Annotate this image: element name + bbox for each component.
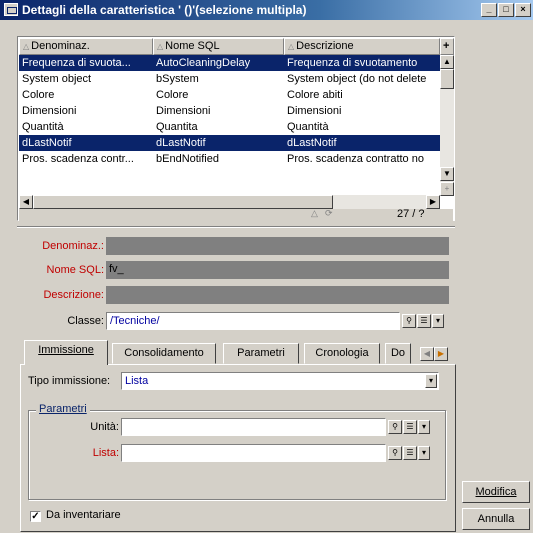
table-cell: System object	[22, 73, 92, 85]
table-cell: Quantita	[156, 121, 198, 133]
descrizione-label: Descrizione:	[43, 289, 104, 301]
table-row[interactable]: System object bSystem System object (do no…	[19, 71, 440, 87]
window-icon[interactable]	[4, 3, 18, 16]
table-row[interactable]: Quantità Quantita Quantità	[19, 119, 440, 135]
table-cell: dLastNotif	[22, 137, 72, 149]
table-cell: dLastNotif	[156, 137, 206, 149]
horizontal-scrollbar[interactable]: ◀ ▶	[19, 195, 440, 209]
sort-icon: △	[23, 42, 30, 51]
tipo-immissione-select[interactable]: Lista	[121, 372, 439, 390]
record-count: 27 / ?	[397, 208, 425, 220]
unita-field[interactable]	[121, 418, 386, 436]
da-inventariare-checkbox[interactable]: ✓	[30, 511, 41, 522]
detail-icon[interactable]: ☰	[417, 314, 431, 328]
dropdown-icon[interactable]: ▾	[432, 314, 444, 328]
denominaz-label: Denominaz.:	[42, 240, 104, 252]
column-header-denominaz[interactable]: △ Denominaz.	[19, 38, 153, 55]
scroll-down-icon[interactable]: ▼	[440, 167, 454, 181]
scroll-right-icon[interactable]: ▶	[426, 195, 440, 209]
table-cell: Frequenza di svuotamento	[287, 57, 418, 69]
table-cell: Colore	[156, 89, 189, 101]
filter-icon[interactable]: △	[311, 208, 318, 219]
tab-do[interactable]: Do	[385, 343, 411, 364]
search-icon[interactable]: ⚲	[402, 314, 416, 328]
table-cell: Dimensioni	[156, 105, 211, 117]
table-cell: Frequenza di svuota...	[22, 57, 131, 69]
splitter[interactable]	[17, 226, 455, 228]
scroll-left-icon[interactable]: ◀	[19, 195, 33, 209]
descrizione-field[interactable]	[106, 286, 449, 304]
table-cell: Pros. scadenza contratto no	[287, 153, 424, 165]
table-row[interactable]: Pros. scadenza contr... bEndNotified Pros.…	[19, 151, 440, 167]
dropdown-icon[interactable]: ▾	[418, 446, 430, 460]
search-icon[interactable]: ⚲	[388, 420, 402, 434]
tab-parametri[interactable]: Parametri	[223, 343, 299, 364]
table-row[interactable]: Dimensioni Dimensioni Dimensioni	[19, 103, 440, 119]
nome-sql-label: Nome SQL:	[46, 264, 104, 276]
annulla-button[interactable]: Annulla	[462, 508, 530, 530]
table-cell: System object (do not delete	[287, 73, 427, 85]
vertical-scrollbar[interactable]: ▲ ▼ +	[440, 55, 454, 196]
table-cell: bEndNotified	[156, 153, 219, 165]
da-inventariare-label: Da inventariare	[46, 509, 121, 521]
table-cell: Colore	[22, 89, 55, 101]
lista-field[interactable]	[121, 444, 386, 462]
tab-cronologia[interactable]: Cronologia	[304, 343, 380, 364]
table-cell: Dimensioni	[22, 105, 77, 117]
column-header-nome-sql[interactable]: △ Nome SQL	[153, 38, 284, 55]
maximize-button[interactable]: □	[498, 3, 514, 17]
search-icon[interactable]: ⚲	[388, 446, 402, 460]
classe-label: Classe:	[67, 315, 104, 327]
tab-scroll-left-icon[interactable]: ◀	[420, 347, 434, 361]
refresh-icon[interactable]: ⟳	[325, 208, 333, 219]
modifica-button[interactable]: Modifica	[462, 481, 530, 503]
table-cell: Dimensioni	[287, 105, 342, 117]
scroll-thumb[interactable]	[440, 69, 454, 89]
hscroll-thumb[interactable]	[33, 195, 333, 209]
lista-label: Lista:	[92, 447, 119, 459]
tab-scroll-right-icon[interactable]: ▶	[434, 347, 448, 361]
detail-icon[interactable]: ☰	[403, 446, 417, 460]
tipo-immissione-label: Tipo immissione:	[28, 375, 111, 387]
unita-label: Unità:	[90, 421, 119, 433]
list-status-bar: △ ⟳ 27 / ?	[19, 208, 453, 221]
classe-field[interactable]: /Tecniche/	[106, 312, 400, 330]
close-button[interactable]: ×	[515, 3, 531, 17]
tab-immissione[interactable]: Immissione	[24, 340, 108, 365]
table-cell: Pros. scadenza contr...	[22, 153, 134, 165]
table-cell: Colore abiti	[287, 89, 343, 101]
window-title: Dettagli della caratteristica ' ()'(sele…	[22, 3, 307, 17]
table-row[interactable]: Colore Colore Colore abiti	[19, 87, 440, 103]
sort-icon: △	[157, 42, 164, 51]
add-column-button[interactable]: +	[440, 38, 454, 55]
column-header-descrizione[interactable]: △ Descrizione	[284, 38, 440, 55]
scroll-up-icon[interactable]: ▲	[440, 55, 454, 69]
corner-plus-icon: +	[440, 182, 454, 196]
sort-icon: △	[288, 42, 295, 51]
detail-icon[interactable]: ☰	[403, 420, 417, 434]
dropdown-icon[interactable]: ▾	[418, 420, 430, 434]
table-cell: AutoCleaningDelay	[156, 57, 251, 69]
denominaz-field[interactable]	[106, 237, 449, 255]
nome-sql-field[interactable]: fv_	[106, 261, 449, 279]
table-row[interactable]: dLastNotif dLastNotif dLastNotif	[19, 135, 440, 151]
characteristics-list[interactable]: △ Denominaz. △ Nome SQL △ Descrizione + Fre…	[17, 36, 455, 221]
tab-consolidamento[interactable]: Consolidamento	[112, 343, 216, 364]
table-row[interactable]: Frequenza di svuota... AutoCleaningDelay F…	[19, 55, 440, 71]
parametri-group-title: Parametri	[36, 403, 90, 415]
table-cell: bSystem	[156, 73, 199, 85]
minimize-button[interactable]: _	[481, 3, 497, 17]
table-cell: dLastNotif	[287, 137, 337, 149]
dropdown-icon[interactable]: ▾	[425, 374, 437, 388]
table-cell: Quantità	[287, 121, 329, 133]
table-cell: Quantità	[22, 121, 64, 133]
